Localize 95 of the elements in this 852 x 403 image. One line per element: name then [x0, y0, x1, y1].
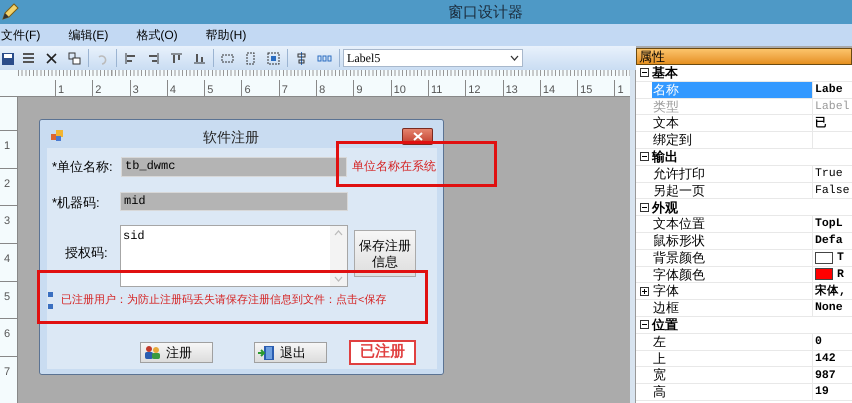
- property-name[interactable]: 边框: [652, 300, 813, 316]
- property-value: Labe: [815, 82, 843, 98]
- window-title: 窗口设计器: [448, 3, 523, 23]
- panel-header: 属性: [636, 48, 852, 65]
- collapse-icon[interactable]: [640, 320, 648, 330]
- exit-button[interactable]: 退出: [254, 342, 327, 363]
- property-value: 142: [815, 350, 836, 367]
- input-field[interactable]: tb_dwmc: [121, 157, 347, 177]
- property-name[interactable]: 鼠标形状: [652, 232, 813, 249]
- collapse-icon[interactable]: [640, 152, 648, 162]
- ruler-number: 3: [132, 84, 139, 97]
- form-icon: [51, 130, 63, 142]
- same-size-icon[interactable]: [266, 50, 281, 66]
- property-name[interactable]: 文本位置: [652, 216, 813, 232]
- ruler-number: 10: [394, 84, 406, 97]
- group-header[interactable]: 基本: [652, 63, 678, 83]
- property-value: 宋体,: [815, 283, 846, 300]
- users-icon: [144, 345, 161, 360]
- ruler-number: 4: [170, 84, 176, 97]
- pencil-icon: [1, 3, 19, 21]
- ruler-number: 1: [617, 84, 624, 97]
- property-value: False: [815, 182, 850, 199]
- ruler-number: 1: [4, 140, 10, 152]
- menu-item[interactable]: 编辑(E): [68, 26, 108, 44]
- field-label: *单位名称:: [52, 158, 113, 176]
- ruler-number: 2: [95, 84, 102, 97]
- ruler-number: 4: [4, 253, 10, 266]
- ruler-number: 9: [356, 84, 362, 97]
- ruler-number: 8: [319, 84, 326, 97]
- property-name[interactable]: 左: [652, 334, 813, 350]
- ruler-number: 11: [430, 84, 442, 97]
- group-header[interactable]: 输出: [652, 147, 678, 167]
- dialog-title: 软件注册: [203, 128, 259, 147]
- expand-icon[interactable]: [640, 286, 648, 296]
- collapse-icon[interactable]: [640, 202, 648, 212]
- property-value: 987: [815, 368, 836, 384]
- collapse-icon[interactable]: [640, 68, 648, 78]
- selection-handle[interactable]: [48, 292, 53, 309]
- property-name[interactable]: 字体颜色: [652, 266, 813, 282]
- ruler-number: 5: [207, 84, 214, 97]
- property-name[interactable]: 另起一页: [652, 182, 813, 198]
- copy-icon[interactable]: [67, 50, 82, 66]
- delete-icon[interactable]: [44, 50, 59, 66]
- ruler-number: 14: [542, 84, 556, 97]
- property-value: True: [815, 166, 843, 182]
- menu-item[interactable]: 文件(F): [1, 26, 40, 44]
- property-name[interactable]: 绑定到: [652, 132, 813, 148]
- list-icon[interactable]: [21, 50, 36, 66]
- ruler-number: 3: [4, 215, 10, 228]
- align-left-icon[interactable]: [123, 50, 138, 66]
- ruler-number: 12: [468, 84, 481, 97]
- note-label: 单位名称在系统: [352, 158, 436, 175]
- ruler-number: 6: [4, 328, 10, 340]
- property-value: Defa: [815, 233, 843, 250]
- close-icon: [412, 132, 422, 141]
- property-name[interactable]: 文本: [652, 115, 813, 132]
- object-dropdown[interactable]: Label5: [343, 49, 523, 67]
- property-value: T: [837, 250, 844, 266]
- door-exit-icon: [258, 344, 275, 360]
- property-value: 已: [815, 116, 827, 132]
- property-value: Label: [815, 98, 850, 115]
- ruler-number: 2: [4, 178, 10, 190]
- group-header[interactable]: 位置: [652, 315, 678, 335]
- property-name[interactable]: 允许打印: [652, 166, 813, 182]
- ruler-number: 1: [58, 84, 64, 97]
- caret-icon: [510, 55, 519, 61]
- align-right-icon[interactable]: [146, 50, 161, 66]
- ruler-number: 6: [244, 84, 251, 97]
- field-label: *机器码:: [52, 194, 100, 212]
- field-label: 授权码:: [65, 244, 108, 262]
- ruler-number: 15: [580, 84, 592, 97]
- ruler-number: 13: [506, 84, 518, 97]
- property-value: 0: [815, 334, 822, 350]
- ruler-number: 5: [4, 290, 10, 303]
- status-badge: 已注册: [349, 340, 416, 365]
- property-name[interactable]: 字体: [652, 283, 813, 300]
- save-icon[interactable]: [1, 50, 16, 66]
- menu-item[interactable]: 帮助(H): [206, 26, 246, 44]
- notice-label: 已注册用户：为防止注册码丢失请保存注册信息到文件：点击<保存: [61, 292, 386, 308]
- save-button[interactable]: 保存注册信息: [354, 230, 416, 277]
- property-name[interactable]: 背景颜色: [652, 250, 813, 266]
- ruler-number: 7: [4, 366, 10, 378]
- align-top-icon[interactable]: [169, 50, 184, 66]
- property-value: 19: [815, 384, 829, 400]
- property-value: TopL: [815, 216, 843, 232]
- property-value: R: [837, 266, 844, 283]
- menu-item[interactable]: 格式(O): [136, 26, 178, 44]
- group-header[interactable]: 外观: [652, 198, 678, 218]
- property-value: None: [815, 300, 843, 316]
- property-name[interactable]: 宽: [652, 367, 813, 384]
- input-field[interactable]: mid: [120, 192, 348, 211]
- property-name[interactable]: 高: [652, 384, 813, 400]
- register-button[interactable]: 注册: [140, 342, 213, 363]
- ruler-number: 7: [282, 84, 288, 97]
- property-name[interactable]: 上: [652, 350, 813, 366]
